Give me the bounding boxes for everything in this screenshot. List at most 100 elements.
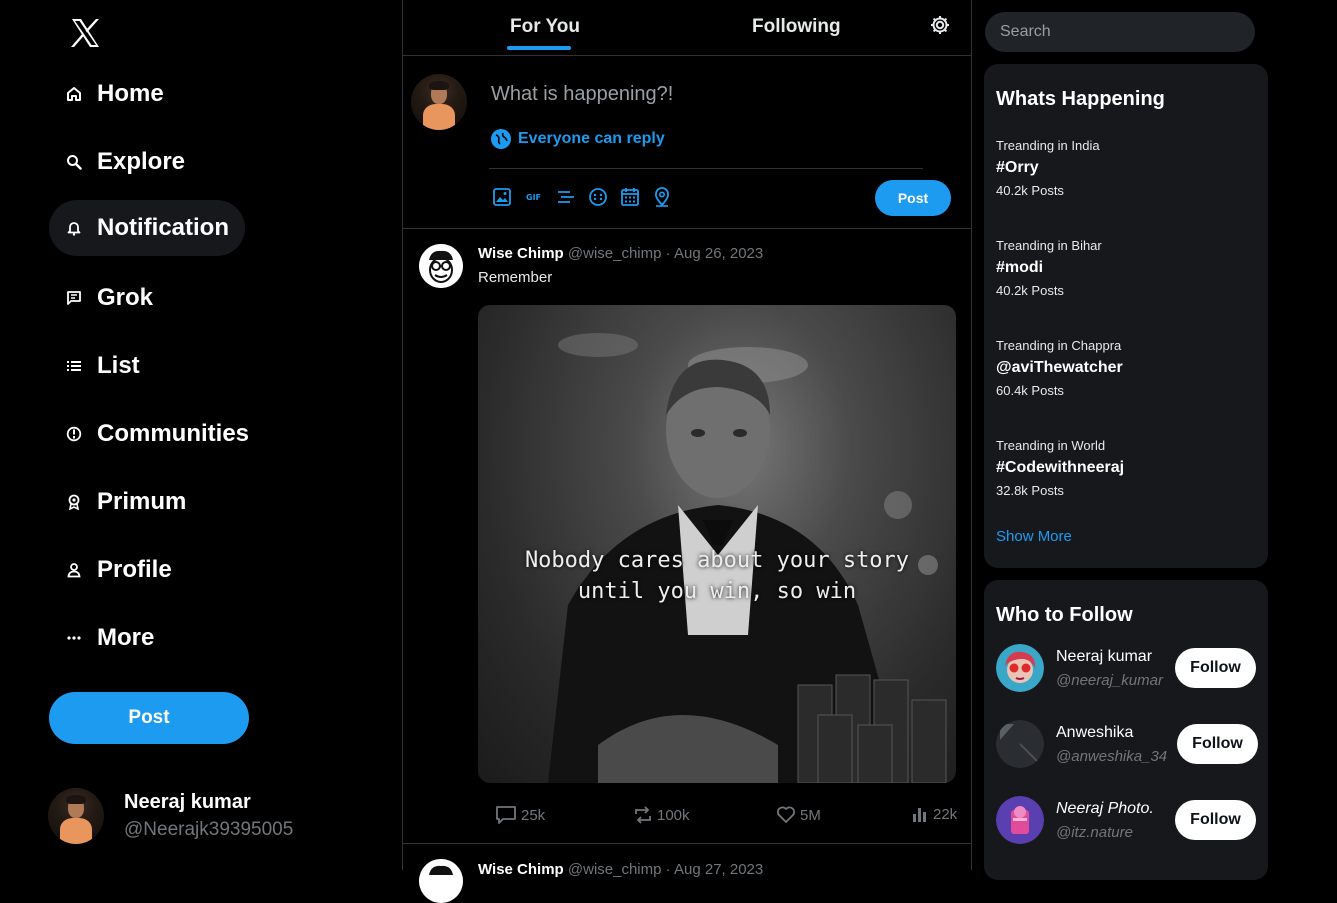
x-logo-icon[interactable]: [68, 16, 102, 50]
show-more-link[interactable]: Show More: [996, 528, 1072, 545]
avatar: [996, 720, 1044, 768]
views-count: 22k: [933, 805, 958, 823]
trend-item[interactable]: Treanding in World #Codewithneeraj 32.8k…: [996, 438, 1256, 498]
tweet[interactable]: Wise Chimp @wise_chimp · Aug 27, 2023: [403, 845, 971, 903]
nav-notification-label: Notification: [97, 214, 229, 241]
tweet-date[interactable]: · Aug 26, 2023: [666, 245, 764, 262]
emoji-icon[interactable]: [587, 186, 609, 208]
suggestion-handle: @neeraj_kumar: [1056, 672, 1163, 689]
grok-icon: [65, 289, 83, 307]
follow-suggestion[interactable]: Neeraj Photo. @itz.nature Follow: [996, 796, 1258, 846]
suggestion-name: Neeraj kumar: [1056, 648, 1153, 665]
nav-grok-label: Grok: [97, 284, 154, 311]
like-button[interactable]: 5M: [776, 805, 821, 825]
tab-active-indicator: [507, 46, 571, 50]
follow-button[interactable]: Follow: [1175, 800, 1256, 840]
svg-text:GIF: GIF: [526, 193, 541, 202]
trend-count: 40.2k Posts: [996, 283, 1064, 298]
nav-premium[interactable]: Primum: [49, 474, 202, 530]
avatar: [996, 644, 1044, 692]
nav-profile[interactable]: Profile: [49, 542, 188, 598]
search-input[interactable]: [985, 12, 1255, 52]
heart-icon: [776, 805, 796, 825]
nav-grok[interactable]: Grok: [49, 270, 169, 326]
composer-divider: [489, 168, 923, 169]
tweet-author-name[interactable]: Wise Chimp: [478, 245, 564, 262]
trend-tag: #modi: [996, 259, 1044, 276]
suggestion-name: Neeraj Photo.: [1056, 800, 1154, 817]
trend-context: Treanding in India: [996, 138, 1100, 153]
views-button[interactable]: 22k: [911, 805, 957, 823]
account-avatar: [48, 788, 104, 844]
reply-button[interactable]: 25k: [495, 805, 545, 825]
gif-icon[interactable]: GIF: [523, 186, 545, 208]
trend-context: Treanding in Chappra: [996, 338, 1122, 353]
follow-suggestion[interactable]: Anweshika @anweshika_34 Follow: [996, 720, 1258, 770]
repost-icon: [633, 805, 653, 825]
nav-list-label: List: [97, 352, 140, 379]
follow-button[interactable]: Follow: [1175, 648, 1256, 688]
tweet-actions: 25k 100k 5M 22k: [495, 805, 957, 827]
nav-profile-label: Profile: [97, 556, 172, 583]
profile-icon: [65, 561, 83, 579]
trend-count: 40.2k Posts: [996, 183, 1064, 198]
media-caption-line-1: Nobody cares about your story: [524, 548, 910, 573]
suggestion-handle: @anweshika_34: [1056, 748, 1168, 765]
media-caption: Nobody cares about your story until you …: [478, 545, 956, 607]
nav-home-label: Home: [97, 80, 164, 107]
media-caption-line-2: until you win, so win: [577, 579, 857, 604]
gear-icon[interactable]: [929, 14, 951, 36]
repost-button[interactable]: 100k: [633, 805, 690, 825]
tweet-text: Remember: [478, 269, 553, 286]
trend-item[interactable]: Treanding in Bihar #modi 40.2k Posts: [996, 238, 1256, 298]
schedule-icon[interactable]: [619, 186, 641, 208]
image-icon[interactable]: [491, 186, 513, 208]
trend-item[interactable]: Treanding in Chappra @aviThewatcher 60.4…: [996, 338, 1256, 398]
nav-premium-label: Primum: [97, 488, 187, 515]
nav-communities[interactable]: Communities: [49, 406, 265, 462]
reply-setting-button[interactable]: Everyone can reply: [491, 129, 665, 149]
tweet-author-handle[interactable]: @wise_chimp: [568, 245, 662, 262]
trend-count: 60.4k Posts: [996, 383, 1064, 398]
poll-icon[interactable]: [555, 186, 577, 208]
account-switcher[interactable]: Neeraj kumar @Neerajk39395005: [48, 788, 293, 844]
tweet-avatar[interactable]: [419, 244, 463, 288]
nav-more[interactable]: More: [49, 610, 170, 666]
who-to-follow-title: Who to Follow: [996, 604, 1133, 626]
follow-suggestion[interactable]: Neeraj kumar @neeraj_kumar Follow: [996, 644, 1258, 694]
reply-setting-label: Everyone can reply: [518, 130, 665, 147]
trend-context: Treanding in Bihar: [996, 238, 1102, 253]
left-sidebar: Home Explore Notification Grok List Comm…: [0, 0, 402, 870]
tab-following[interactable]: Following: [752, 16, 841, 38]
nav-communities-label: Communities: [97, 420, 250, 447]
trend-count: 32.8k Posts: [996, 483, 1064, 498]
composer-post-button[interactable]: Post: [875, 180, 951, 216]
composer-avatar: [411, 74, 467, 130]
communities-icon: [65, 425, 83, 443]
location-icon[interactable]: [651, 186, 673, 208]
tweet[interactable]: Wise Chimp @wise_chimp · Aug 26, 2023 Re…: [403, 229, 971, 844]
reply-count: 25k: [521, 806, 546, 824]
nav-list[interactable]: List: [49, 338, 156, 394]
reply-icon: [495, 805, 517, 825]
follow-button[interactable]: Follow: [1177, 724, 1258, 764]
nav-explore[interactable]: Explore: [49, 134, 201, 190]
nav-home[interactable]: Home: [49, 66, 180, 122]
tweet-media-image[interactable]: Nobody cares about your story until you …: [478, 305, 956, 783]
sidebar-post-button[interactable]: Post: [49, 692, 249, 744]
composer-toolbar: GIF: [491, 186, 683, 208]
who-to-follow-card: Who to Follow Neeraj kumar @neeraj_kumar…: [984, 580, 1268, 880]
tweet-avatar[interactable]: [419, 859, 463, 903]
account-handle: @Neerajk39395005: [124, 819, 294, 840]
suggestion-name: Anweshika: [1056, 724, 1134, 741]
trend-item[interactable]: Treanding in India #Orry 40.2k Posts: [996, 138, 1256, 198]
more-icon: [65, 629, 83, 647]
compose-input[interactable]: [489, 78, 943, 110]
like-count: 5M: [800, 806, 821, 824]
repost-count: 100k: [657, 806, 690, 824]
nav-notification[interactable]: Notification: [49, 200, 245, 256]
media-photo-art: [548, 333, 947, 783]
tab-for-you[interactable]: For You: [510, 16, 580, 38]
whats-happening-card: Whats Happening Treanding in India #Orry…: [984, 64, 1268, 568]
list-icon: [65, 357, 83, 375]
